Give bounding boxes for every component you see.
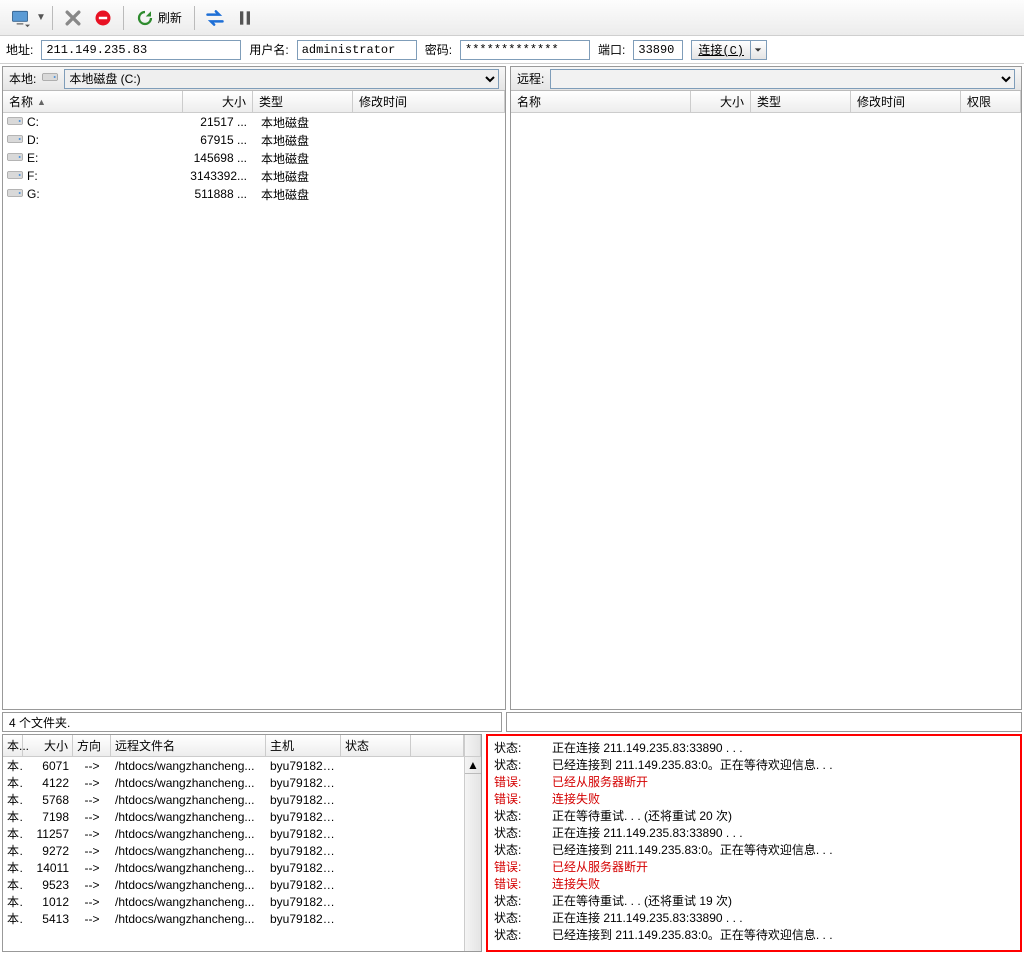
drive-icon: [42, 71, 58, 86]
drive-icon: [7, 169, 23, 183]
drive-icon: [7, 133, 23, 147]
log-line: 错误: 连接失败: [494, 876, 1014, 893]
col-name[interactable]: 名称 ▲: [3, 91, 183, 112]
queue-row[interactable]: 本...5413-->/htdocs/wangzhancheng...byu79…: [3, 910, 464, 927]
local-column-header: 名称 ▲ 大小 类型 修改时间: [3, 91, 505, 113]
drive-icon: [7, 187, 23, 201]
col-type[interactable]: 类型: [253, 91, 353, 112]
queue-row[interactable]: 本...4122-->/htdocs/wangzhancheng...byu79…: [3, 774, 464, 791]
drive-row[interactable]: D:67915 ...本地磁盘: [3, 131, 505, 149]
queue-list[interactable]: 本...6071-->/htdocs/wangzhancheng...byu79…: [3, 757, 464, 951]
queue-row[interactable]: 本...14011-->/htdocs/wangzhancheng...byu7…: [3, 859, 464, 876]
log-line: 错误: 已经从服务器断开: [494, 859, 1014, 876]
remote-label: 远程:: [517, 70, 544, 87]
queue-row[interactable]: 本...6071-->/htdocs/wangzhancheng...byu79…: [3, 757, 464, 774]
pause-button[interactable]: [231, 4, 259, 32]
drive-row[interactable]: E:145698 ...本地磁盘: [3, 149, 505, 167]
drive-icon: [7, 151, 23, 165]
queue-row[interactable]: 本...9523-->/htdocs/wangzhancheng...byu79…: [3, 876, 464, 893]
drive-row[interactable]: F:3143392...本地磁盘: [3, 167, 505, 185]
connect-dropdown-arrow[interactable]: [751, 40, 767, 60]
queue-row[interactable]: 本...7198-->/htdocs/wangzhancheng...byu79…: [3, 808, 464, 825]
password-input[interactable]: [460, 40, 590, 60]
connect-button[interactable]: 连接(C): [691, 40, 751, 60]
local-status: 4 个文件夹.: [2, 712, 502, 732]
server-dropdown-button[interactable]: [6, 4, 34, 32]
log-line: 状态: 正在连接 211.149.235.83:33890 . . .: [494, 910, 1014, 927]
main-toolbar: ▼ 刷新: [0, 0, 1024, 36]
log-line: 错误: 连接失败: [494, 791, 1014, 808]
qcol-remote[interactable]: 远程文件名: [111, 735, 266, 756]
log-line: 状态: 已经连接到 211.149.235.83:0。正在等待欢迎信息. . .: [494, 927, 1014, 944]
qcol-local[interactable]: 本...: [3, 735, 23, 756]
queue-scrollbar[interactable]: [464, 735, 481, 756]
delete-button[interactable]: [59, 4, 87, 32]
col-name[interactable]: 名称: [511, 91, 691, 112]
username-label: 用户名:: [249, 41, 288, 58]
log-pane: 状态: 正在连接 211.149.235.83:33890 . . .状态: 已…: [486, 734, 1022, 952]
transfer-queue-pane: 本... 大小 方向 远程文件名 主机 状态 本...6071-->/htdoc…: [2, 734, 482, 952]
remote-pane: 远程: 名称 大小 类型 修改时间 权限: [510, 66, 1022, 710]
remote-path-select[interactable]: [550, 69, 1015, 89]
col-mtime[interactable]: 修改时间: [353, 91, 505, 112]
refresh-label: 刷新: [158, 9, 182, 26]
queue-row[interactable]: 本...1012-->/htdocs/wangzhancheng...byu79…: [3, 893, 464, 910]
queue-row[interactable]: 本...9272-->/htdocs/wangzhancheng...byu79…: [3, 842, 464, 859]
log-line: 状态: 已经连接到 211.149.235.83:0。正在等待欢迎信息. . .: [494, 842, 1014, 859]
qcol-host[interactable]: 主机: [266, 735, 341, 756]
port-label: 端口:: [598, 41, 625, 58]
drive-row[interactable]: C:21517 ...本地磁盘: [3, 113, 505, 131]
log-line: 状态: 正在等待重试. . . (还将重试 20 次): [494, 808, 1014, 825]
log-line: 错误: 已经从服务器断开: [494, 774, 1014, 791]
log-line: 状态: 正在连接 211.149.235.83:33890 . . .: [494, 740, 1014, 757]
remote-column-header: 名称 大小 类型 修改时间 权限: [511, 91, 1021, 113]
queue-scrollbar-v[interactable]: ▲: [464, 757, 481, 951]
log-line: 状态: 正在等待重试. . . (还将重试 19 次): [494, 893, 1014, 910]
remote-status: [506, 712, 1022, 732]
address-bar: 地址: 用户名: 密码: 端口: 连接(C): [0, 36, 1024, 64]
port-input[interactable]: [633, 40, 683, 60]
address-input[interactable]: [41, 40, 241, 60]
log-line: 状态: 正在连接 211.149.235.83:33890 . . .: [494, 825, 1014, 842]
remote-file-list[interactable]: [511, 113, 1021, 709]
queue-row[interactable]: 本...5768-->/htdocs/wangzhancheng...byu79…: [3, 791, 464, 808]
qcol-status[interactable]: 状态: [341, 735, 411, 756]
local-path-select[interactable]: 本地磁盘 (C:): [64, 69, 499, 89]
col-mtime[interactable]: 修改时间: [851, 91, 961, 112]
col-size[interactable]: 大小: [183, 91, 253, 112]
col-size[interactable]: 大小: [691, 91, 751, 112]
local-file-list[interactable]: C:21517 ...本地磁盘D:67915 ...本地磁盘E:145698 .…: [3, 113, 505, 709]
stop-button[interactable]: [89, 4, 117, 32]
col-type[interactable]: 类型: [751, 91, 851, 112]
local-pane: 本地: 本地磁盘 (C:) 名称 ▲ 大小 类型 修改时间 C:21517 ..…: [2, 66, 506, 710]
drive-icon: [7, 115, 23, 129]
address-label: 地址:: [6, 41, 33, 58]
drive-row[interactable]: G:511888 ...本地磁盘: [3, 185, 505, 203]
username-input[interactable]: [297, 40, 417, 60]
password-label: 密码:: [425, 41, 452, 58]
col-perm[interactable]: 权限: [961, 91, 1021, 112]
qcol-dir[interactable]: 方向: [73, 735, 111, 756]
refresh-button[interactable]: 刷新: [130, 4, 188, 32]
local-label: 本地:: [9, 70, 36, 87]
queue-row[interactable]: 本...11257-->/htdocs/wangzhancheng...byu7…: [3, 825, 464, 842]
log-line: 状态: 已经连接到 211.149.235.83:0。正在等待欢迎信息. . .: [494, 757, 1014, 774]
transfer-button[interactable]: [201, 4, 229, 32]
qcol-size[interactable]: 大小: [23, 735, 73, 756]
